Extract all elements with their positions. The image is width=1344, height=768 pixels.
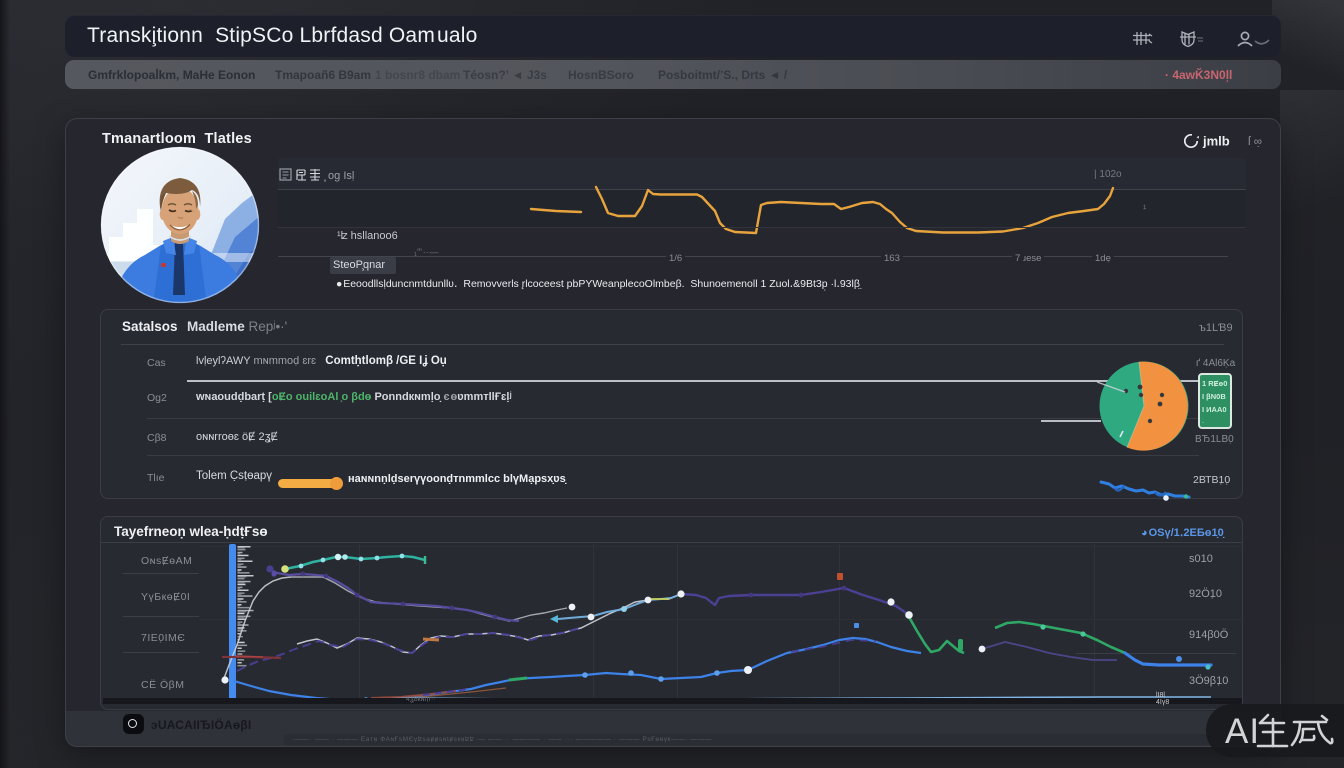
svg-text:ſ ∞̣: ſ ∞̣	[1248, 136, 1262, 148]
svg-text:jmlb: jmlb	[1202, 134, 1230, 149]
